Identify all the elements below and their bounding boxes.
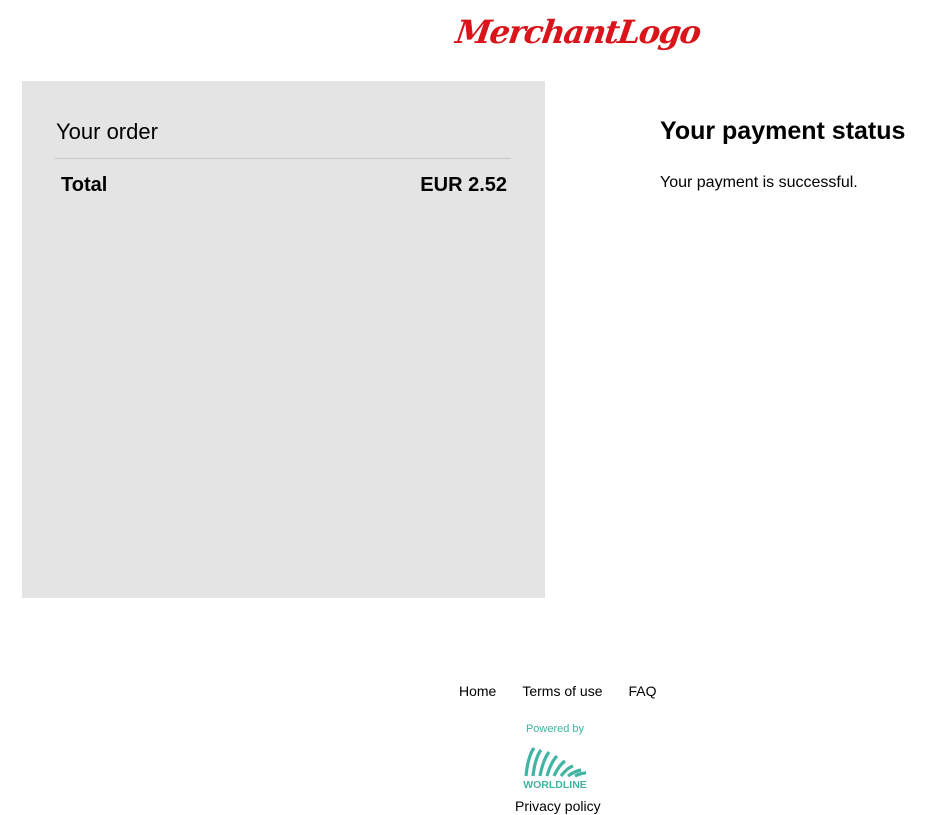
powered-by-label: Powered by (525, 723, 585, 735)
privacy-policy-link[interactable]: Privacy policy (515, 797, 601, 815)
payment-status-title: Your payment status (660, 117, 906, 145)
order-divider (55, 158, 511, 159)
worldline-brand-text: WORLDLINE (523, 779, 587, 790)
footer-nav: Home Terms of use FAQ (459, 682, 657, 700)
footer-link-home[interactable]: Home (459, 682, 496, 700)
order-total-row: Total EUR 2.52 (61, 173, 507, 197)
order-title: Your order (56, 119, 158, 144)
payment-status-section: Your payment status Your payment is succ… (660, 116, 922, 193)
payment-status-message: Your payment is successful. (660, 174, 858, 191)
merchant-logo: MerchantLogo (453, 13, 703, 51)
total-amount: EUR 2.52 (420, 174, 507, 196)
payment-result-page: MerchantLogo Your order Total EUR 2.52 Y… (0, 0, 927, 815)
order-summary-panel: Your order Total EUR 2.52 (22, 81, 545, 598)
footer-link-faq[interactable]: FAQ (629, 682, 657, 700)
total-label: Total (61, 174, 108, 196)
footer-link-terms[interactable]: Terms of use (522, 682, 602, 700)
worldline-logo-icon: WORLDLINE (523, 747, 587, 790)
